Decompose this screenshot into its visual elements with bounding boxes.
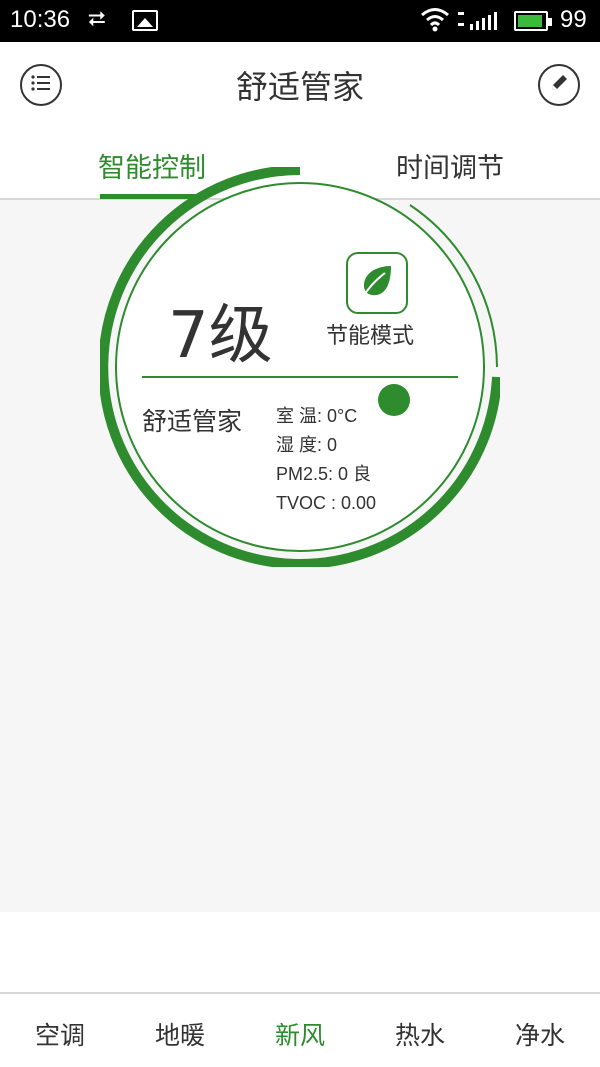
wifi-icon — [420, 6, 450, 36]
nav-item-hot-water[interactable]: 热水 — [380, 1016, 460, 1052]
leaf-icon — [357, 261, 397, 305]
bottom-nav: 空调 地暖 新风 热水 净水 — [0, 992, 600, 1067]
dial-knob[interactable] — [378, 384, 410, 416]
nav-item-aircon[interactable]: 空调 — [20, 1016, 100, 1052]
comfort-name: 舒适管家 — [142, 407, 243, 436]
edit-button[interactable] — [538, 64, 580, 106]
app-header: 舒适管家 — [0, 42, 600, 126]
humidity-reading: 湿 度: 0 — [276, 435, 338, 455]
page-title: 舒适管家 — [235, 68, 364, 106]
dial-divider — [142, 376, 458, 378]
level-value: 7级 — [168, 299, 273, 373]
eco-mode-label: 节能模式 — [326, 324, 415, 349]
status-bar: 10:36 ⮂ 99 — [0, 0, 600, 42]
status-time: 10:36 — [10, 6, 71, 33]
nav-item-water-purifier[interactable]: 净水 — [500, 1016, 580, 1052]
battery-level: 99 — [560, 6, 587, 33]
edit-pencil-icon — [549, 73, 569, 97]
room-temp-reading: 室 温: 0°C — [276, 406, 358, 426]
signal-icon — [458, 10, 504, 36]
image-icon — [132, 10, 158, 31]
nav-item-floor-heating[interactable]: 地暖 — [140, 1016, 220, 1052]
tvoc-reading: TVOC : 0.00 — [276, 493, 377, 513]
nav-item-fresh-air[interactable]: 新风 — [260, 1016, 340, 1052]
eco-mode-button[interactable] — [346, 252, 408, 314]
pm25-reading: PM2.5: 0 良 — [276, 464, 372, 484]
environment-readings: 室 温: 0°C 湿 度: 0 PM2.5: 0 良 TVOC : 0.00 — [276, 402, 376, 518]
battery-icon — [514, 11, 552, 31]
usb-icon: ⮂ — [88, 7, 106, 32]
